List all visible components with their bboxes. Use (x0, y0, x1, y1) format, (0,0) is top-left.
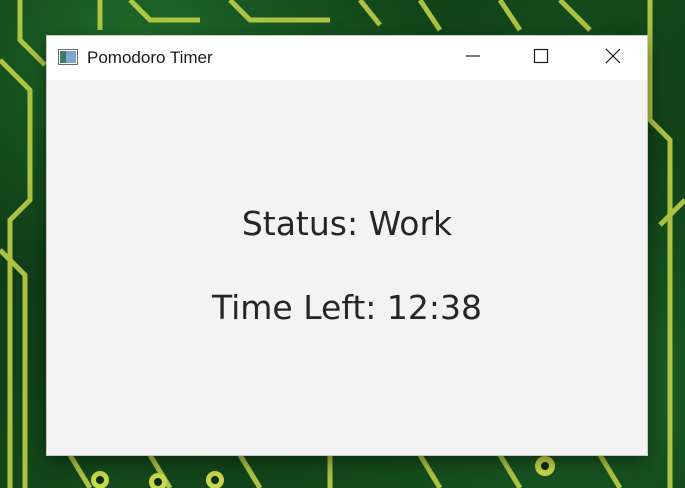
window-titlebar[interactable]: Pomodoro Timer (47, 36, 647, 80)
app-window-icon (58, 49, 78, 65)
pomodoro-window: Pomodoro Timer Status: Work Time Left: 1… (47, 36, 647, 455)
status-label: Status: Work (241, 204, 453, 243)
close-icon (605, 48, 621, 69)
minimize-button[interactable] (439, 36, 507, 80)
minimize-icon (465, 48, 481, 69)
maximize-icon (533, 48, 549, 69)
window-title: Pomodoro Timer (87, 48, 213, 67)
close-button[interactable] (579, 36, 647, 80)
time-left-label: Time Left: 12:38 (211, 288, 483, 327)
maximize-button[interactable] (507, 36, 575, 80)
timer-panel: Status: Work Time Left: 12:38 (47, 80, 647, 455)
